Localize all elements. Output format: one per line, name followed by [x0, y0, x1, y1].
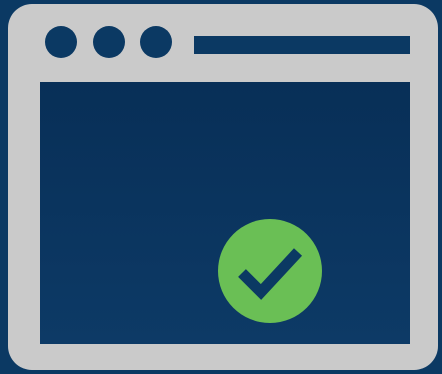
browser-success-illustration: [0, 0, 442, 374]
check-circle-icon: [218, 219, 322, 323]
address-bar-line: [194, 36, 410, 54]
window-titlebar: [8, 4, 438, 78]
browser-window-icon: [8, 4, 438, 370]
window-dot-icon: [93, 26, 125, 58]
window-dot-icon: [140, 26, 172, 58]
checkmark-icon: [238, 248, 303, 300]
window-dot-icon: [45, 26, 77, 58]
